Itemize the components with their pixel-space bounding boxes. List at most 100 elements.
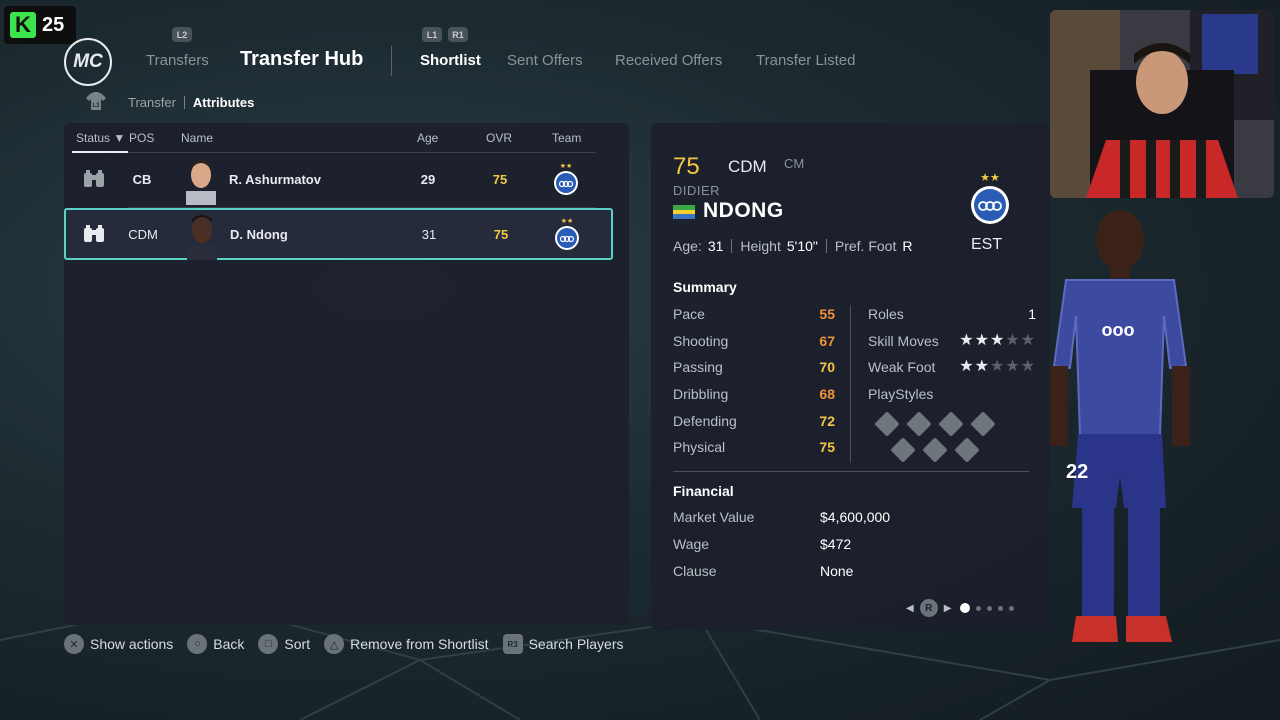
stat-value: 70: [819, 359, 835, 375]
star-filled-icon: ★: [959, 332, 975, 349]
l1-hint-icon: L1: [422, 27, 442, 42]
nav-divider: [391, 46, 392, 76]
game-badge: K 25: [4, 6, 76, 44]
financial-heading: Financial: [673, 483, 734, 499]
col-age[interactable]: Age: [417, 131, 438, 145]
r1-hint-icon: R1: [448, 27, 468, 42]
circle-button-icon: ○: [187, 634, 208, 654]
foot-label: Pref. Foot: [834, 238, 897, 254]
playstyle-icon[interactable]: [922, 437, 948, 463]
stat-pace: Pace 55: [673, 306, 835, 326]
playstyle-icon[interactable]: [970, 411, 996, 437]
breadcrumb: Transfer Attributes: [128, 95, 254, 110]
age-label: Age:: [673, 238, 702, 254]
roles-row: Roles 1: [868, 306, 1036, 326]
nav-transfer-hub[interactable]: Transfer Hub: [240, 48, 363, 71]
fin-label: Clause: [673, 563, 717, 579]
playstyle-icon[interactable]: [906, 411, 932, 437]
col-pos[interactable]: POS: [129, 131, 154, 145]
chevron-left-icon: ◀: [906, 602, 914, 614]
playstyle-icon[interactable]: [890, 437, 916, 463]
playstyle-icon[interactable]: [954, 437, 980, 463]
star-filled-icon: ★: [959, 358, 975, 375]
remove-from-shortlist-button[interactable]: △ Remove from Shortlist: [324, 634, 489, 654]
row-ovr: 75: [492, 172, 508, 187]
r-stick-hint-icon: R: [919, 599, 938, 617]
skill-moves-label: Skill Moves: [868, 333, 939, 349]
roles-value: 1: [1028, 306, 1036, 322]
col-ovr[interactable]: OVR: [486, 131, 512, 145]
page-dot[interactable]: [976, 605, 982, 611]
player-portrait: [186, 160, 216, 205]
age-value: 31: [707, 238, 724, 254]
page-dot[interactable]: [960, 603, 971, 613]
star-empty-icon: ★: [989, 358, 1006, 375]
cross-button-icon: ✕: [64, 634, 84, 654]
tab-transfer-listed[interactable]: Transfer Listed: [756, 52, 856, 69]
star-filled-icon: ★: [989, 332, 1006, 349]
footer-label: Back: [213, 636, 245, 652]
l3-hint-label: L3: [92, 103, 100, 109]
binoculars-icon: [84, 170, 104, 187]
market-value-row: Market Value $4,600,000: [673, 509, 973, 529]
tab-received-offers[interactable]: Received Offers: [615, 52, 722, 69]
bio-divider: [731, 239, 733, 253]
wage-row: Wage $472: [673, 536, 973, 556]
col-status[interactable]: Status ▼: [76, 131, 125, 145]
footer-label: Sort: [284, 636, 311, 652]
l2-hint-icon: L2: [172, 27, 192, 42]
svg-text:★★: ★★: [560, 162, 573, 170]
section-divider: [673, 471, 1029, 472]
career-mode-logo: MC: [64, 38, 112, 86]
row-pos: CB: [132, 172, 152, 187]
sort-button[interactable]: □ Sort: [258, 634, 310, 654]
back-button[interactable]: ○ Back: [187, 634, 244, 654]
club-abbreviation: EST: [971, 236, 1003, 253]
player-alt-position: CM: [784, 156, 805, 171]
stat-value: 72: [819, 413, 835, 429]
table-row-selected[interactable]: CDM D. Ndong 31 75 ★★: [64, 208, 613, 260]
star-empty-icon: ★: [1005, 332, 1021, 349]
col-team[interactable]: Team: [552, 131, 581, 145]
star-empty-icon: ★: [1020, 358, 1036, 375]
stat-shooting: Shooting 67: [673, 333, 835, 353]
stat-label: Dribbling: [673, 386, 729, 402]
stat-label: Passing: [673, 359, 723, 375]
stat-value: 68: [819, 386, 835, 402]
footer-label: Search Players: [528, 636, 624, 652]
header-rule: [128, 152, 596, 153]
svg-text:★★: ★★: [980, 172, 1000, 184]
club-crest-icon: ★★: [555, 217, 579, 250]
shirt-number: 22: [1066, 461, 1088, 483]
gabon-flag-icon: [673, 205, 695, 219]
show-actions-button[interactable]: ✕ Show actions: [64, 634, 173, 654]
breadcrumb-attributes[interactable]: Attributes: [193, 95, 254, 110]
r3-button-icon: R3: [502, 634, 523, 654]
fin-value: $472: [820, 536, 852, 552]
page-dot[interactable]: [987, 605, 993, 611]
tab-shortlist[interactable]: Shortlist: [420, 52, 481, 69]
svg-text:ooo: ooo: [1102, 320, 1135, 340]
footer-label: Show actions: [90, 636, 174, 652]
player-detail-panel: 75 CDM CM DIDIER NDONG Age: 31 Height 5'…: [651, 123, 1050, 630]
stat-value: 75: [819, 439, 835, 455]
shirt-icon: L3: [86, 92, 106, 110]
fin-value: None: [820, 563, 854, 579]
row-age: 31: [421, 227, 437, 242]
playstyle-icon[interactable]: [938, 411, 964, 437]
page-indicator[interactable]: ◀ R ▶: [906, 599, 1017, 617]
search-players-button[interactable]: R3 Search Players: [502, 634, 624, 654]
binoculars-icon: [84, 225, 104, 242]
page-dot[interactable]: [998, 605, 1004, 611]
tab-sent-offers[interactable]: Sent Offers: [507, 52, 583, 69]
nav-transfers[interactable]: Transfers: [146, 52, 209, 69]
page-dot[interactable]: [1009, 605, 1015, 611]
col-name[interactable]: Name: [181, 131, 213, 145]
playstyle-icon[interactable]: [874, 411, 900, 437]
sort-arrow-icon: ▼: [113, 131, 126, 145]
breadcrumb-transfer[interactable]: Transfer: [128, 95, 176, 110]
table-row[interactable]: CB R. Ashurmatov 29 75 ★★: [72, 155, 613, 205]
row-ovr: 75: [493, 227, 509, 242]
stat-value: 67: [819, 333, 835, 349]
stat-passing: Passing 70: [673, 359, 835, 379]
